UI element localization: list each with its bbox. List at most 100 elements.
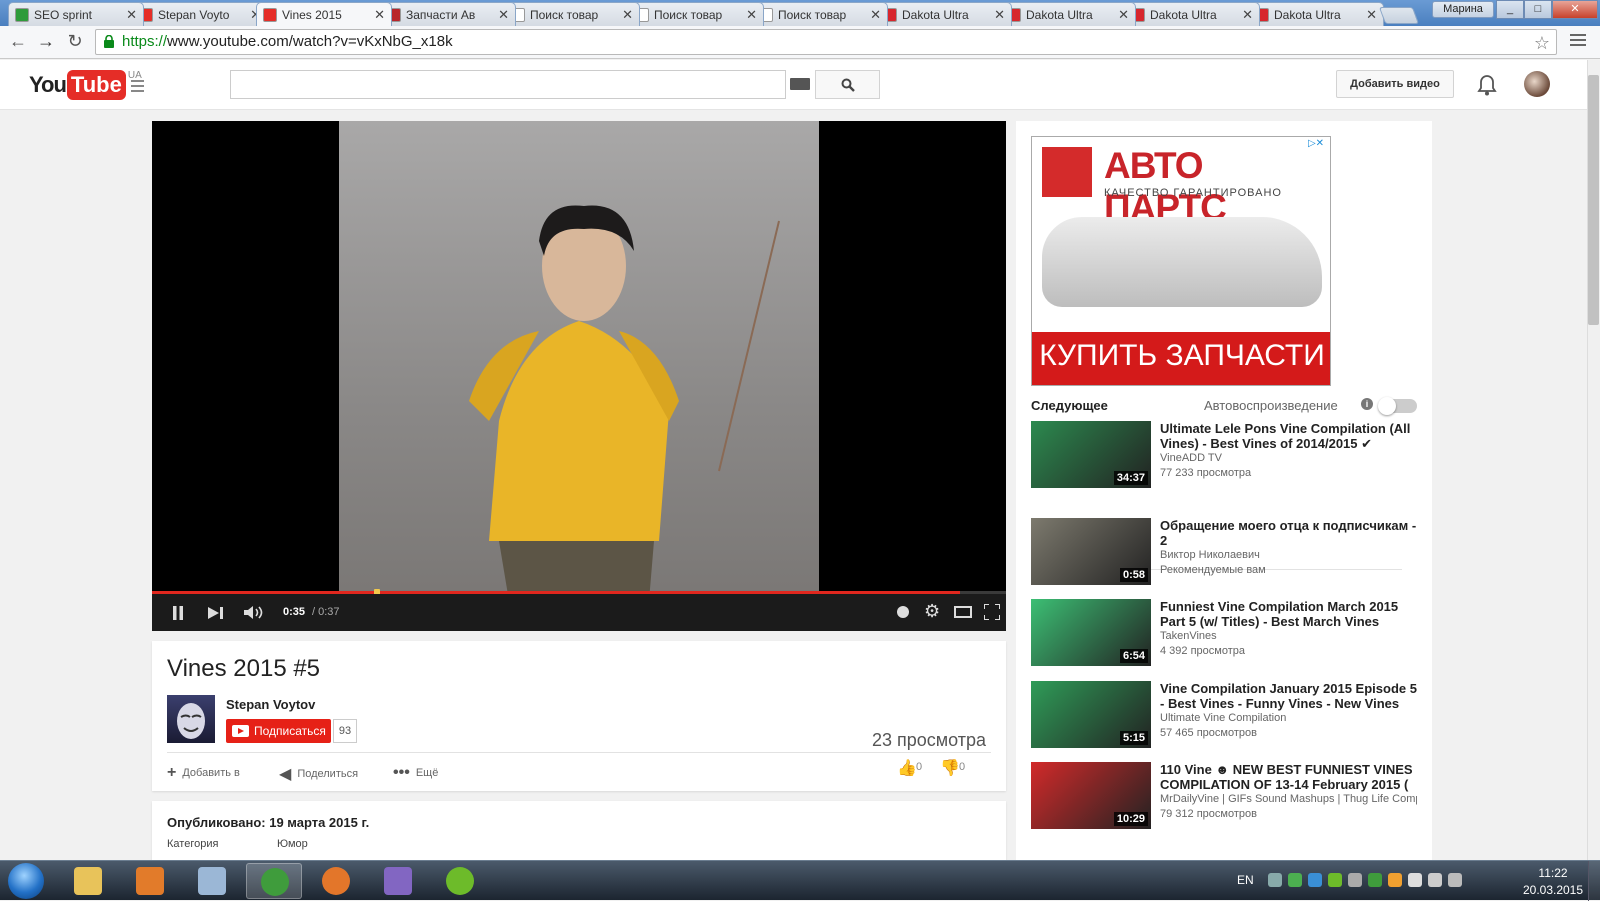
related-video-item[interactable]: 10:29 110 Vine ☻ NEW BEST FUNNIEST VINES … [1031,762,1417,832]
ad-close-icon[interactable]: ▷✕ [1302,137,1330,151]
upload-button[interactable]: Добавить видео [1336,70,1454,98]
browser-tab[interactable]: Dakota Ultra ✕ [1248,2,1384,26]
video-player[interactable]: 0:35 / 0:37 ⚙ [152,121,1006,631]
new-tab-button[interactable] [1378,7,1420,24]
browser-tab[interactable]: Dakota Ultra ✕ [1124,2,1260,26]
tab-close-icon[interactable]: ✕ [746,7,757,23]
annotations-icon[interactable] [897,606,909,618]
search-button[interactable] [815,70,880,99]
channel-name[interactable]: Stepan Voytov [226,697,315,712]
related-video-title[interactable]: 110 Vine ☻ NEW BEST FUNNIEST VINES COMPI… [1160,762,1417,792]
notification-flag-icon[interactable] [1268,873,1282,887]
dislike-icon[interactable]: 👎 [940,758,960,778]
autoplay-toggle[interactable] [1378,397,1417,415]
video-thumbnail[interactable]: 5:15 [1031,681,1151,748]
related-video-item[interactable]: 5:15 Vine Compilation January 2015 Episod… [1031,681,1417,751]
bookmark-star-icon[interactable]: ☆ [1534,31,1550,55]
sync-icon[interactable] [1308,873,1322,887]
info-icon[interactable]: i [1361,398,1373,410]
theater-mode-icon[interactable] [954,606,972,618]
tab-close-icon[interactable]: ✕ [994,7,1005,23]
start-button[interactable] [8,863,44,899]
tab-close-icon[interactable]: ✕ [126,7,137,23]
pause-icon[interactable] [172,606,184,620]
settings-gear-icon[interactable]: ⚙ [924,601,940,622]
browser-tab[interactable]: Dakota Ultra ✕ [1000,2,1136,26]
back-arrow-icon[interactable]: ← [6,31,30,52]
guide-menu-icon[interactable] [131,80,149,95]
youtube-logo[interactable]: You Tube UA [29,70,142,100]
fullscreen-icon[interactable] [984,604,1000,620]
taskbar-app[interactable] [184,863,240,899]
profile-name[interactable]: Марина [1432,1,1494,18]
video-thumbnail[interactable]: 0:58 [1031,518,1151,585]
browser-tab[interactable]: Vines 2015 ✕ [256,2,392,26]
video-thumbnail[interactable]: 6:54 [1031,599,1151,666]
keyboard-icon[interactable] [790,78,810,90]
account-avatar[interactable] [1524,71,1550,97]
related-video-item[interactable]: 34:37 Ultimate Lele Pons Vine Compilation… [1031,421,1417,491]
browser-tab[interactable]: Запчасти Ав ✕ [380,2,516,26]
tab-close-icon[interactable]: ✕ [622,7,633,23]
ad-cta[interactable]: КУПИТЬ ЗАПЧАСТИ [1032,332,1330,385]
ad-banner[interactable]: АВТО ПАРТС КАЧЕСТВО ГАРАНТИРОВАНО КУПИТЬ… [1031,136,1331,386]
minimize-button[interactable]: _ [1496,0,1524,19]
related-video-item[interactable]: 0:58 Обращение моего отца к подписчикам -… [1031,518,1417,588]
show-desktop-button[interactable] [1588,861,1600,901]
battery-icon[interactable] [1408,873,1422,887]
like-icon[interactable]: 👍 [897,758,917,778]
tab-close-icon[interactable]: ✕ [374,7,385,23]
tab-close-icon[interactable]: ✕ [870,7,881,23]
forward-arrow-icon[interactable]: → [34,31,58,52]
update-icon[interactable] [1288,873,1302,887]
tab-close-icon[interactable]: ✕ [1242,7,1253,23]
browser-tab[interactable]: Dakota Ultra ✕ [876,2,1012,26]
clock-time[interactable]: 11:22 [1528,866,1578,880]
rss-icon[interactable] [1388,873,1402,887]
tab-close-icon[interactable]: ✕ [1366,7,1377,23]
taskbar-app[interactable] [246,863,302,899]
browser-tab[interactable]: Поиск товар ✕ [752,2,888,26]
more-button[interactable]: ••• Ещё [393,764,438,782]
browser-tab[interactable]: SEO sprint ✕ [8,2,144,26]
clock-date[interactable]: 20.03.2015 [1518,883,1588,897]
add-to-button[interactable]: + Добавить в [167,764,240,782]
related-video-title[interactable]: Обращение моего отца к подписчикам - 2 [1160,518,1417,548]
video-frame[interactable] [339,121,819,601]
network-signal-icon[interactable] [1428,873,1442,887]
maximize-button[interactable]: □ [1524,0,1552,19]
related-video-title[interactable]: Funniest Vine Compilation March 2015 Par… [1160,599,1417,629]
close-window-button[interactable]: ✕ [1552,0,1598,19]
reload-icon[interactable]: ↻ [63,31,87,52]
browser-tab[interactable]: Stepan Voyto✕ [132,2,268,26]
tab-close-icon[interactable]: ✕ [1118,7,1129,23]
volume-icon[interactable] [244,605,264,620]
search-input[interactable] [230,70,786,99]
subscribe-button[interactable]: Подписаться [226,719,331,743]
related-video-title[interactable]: Vine Compilation January 2015 Episode 5 … [1160,681,1417,711]
next-icon[interactable] [208,607,224,619]
video-thumbnail[interactable]: 10:29 [1031,762,1151,829]
category-value[interactable]: Юмор [277,838,308,850]
taskbar-app[interactable] [60,863,116,899]
taskbar-app[interactable] [308,863,364,899]
browser-tab[interactable]: Поиск товар ✕ [504,2,640,26]
speaker-icon[interactable] [1448,873,1462,887]
share-button[interactable]: ◀ Поделиться [279,764,358,784]
video-thumbnail[interactable]: 34:37 [1031,421,1151,488]
device-icon[interactable] [1348,873,1362,887]
channel-avatar[interactable] [167,695,215,743]
browser-tab[interactable]: Поиск товар ✕ [628,2,764,26]
browser-menu-icon[interactable] [1570,34,1586,49]
scrollbar-thumb[interactable] [1588,75,1599,325]
language-indicator[interactable]: EN [1237,873,1254,887]
utorrent-tray-icon[interactable] [1328,873,1342,887]
taskbar-app[interactable] [122,863,178,899]
taskbar-app[interactable] [432,863,488,899]
related-video-item[interactable]: 6:54 Funniest Vine Compilation March 2015… [1031,599,1417,669]
bell-icon[interactable] [1477,74,1497,96]
taskbar-app[interactable] [370,863,426,899]
related-video-title[interactable]: Ultimate Lele Pons Vine Compilation (All… [1160,421,1417,451]
chrome-tray-icon[interactable] [1368,873,1382,887]
address-bar[interactable]: https://www.youtube.com/watch?v=vKxNbG_x… [95,29,1557,55]
